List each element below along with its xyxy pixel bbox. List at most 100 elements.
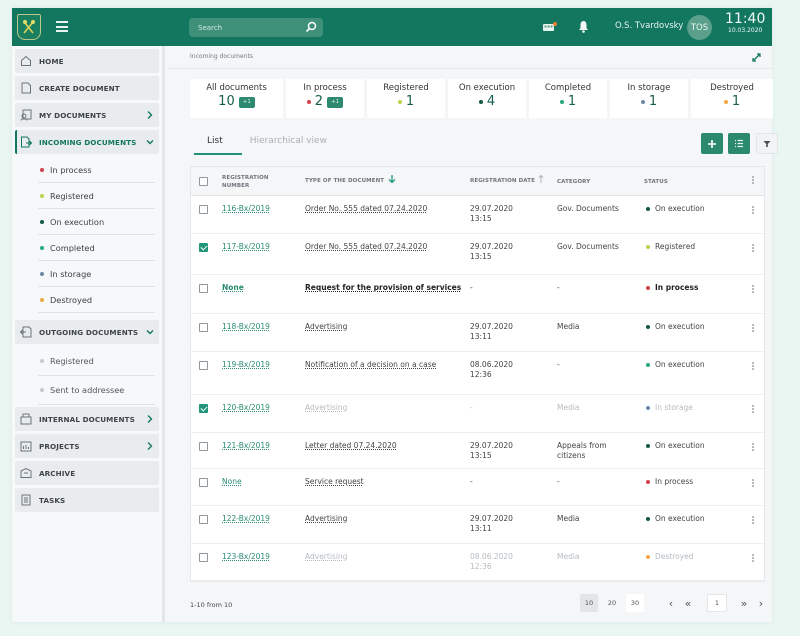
row-checkbox[interactable] [199,553,208,562]
sidebar-item-outgoing-documents[interactable]: OUTGOING DOCUMENTS [15,320,159,344]
registration-number-link[interactable]: 123-Bx/2019 [222,552,270,561]
sidebar-subitem-in-storage[interactable]: In storage [38,261,155,287]
table-row[interactable]: 122-Bx/2019 Advertising 29.07.2020 13:11 Med… [191,506,764,544]
row-checkbox[interactable] [199,478,208,487]
row-checkbox[interactable] [199,404,208,413]
sidebar-subitem-registered[interactable]: Registered [38,183,155,209]
table-row[interactable]: 118-Bx/2019 Advertising 29.07.2020 13:11 Med… [191,314,764,352]
table-row[interactable]: 116-Bx/2019 Order No. 555 dated 07.24.202… [191,196,764,234]
column-header-category[interactable]: CATEGORY [557,179,590,185]
registration-number-link[interactable]: 118-Bx/2019 [222,322,270,331]
table-row[interactable]: 123-Bx/2019 Advertising 08.06.2020 12:36 Med… [191,544,764,581]
document-type-link[interactable]: Advertising [305,403,347,412]
table-row[interactable]: 121-Bx/2019 Letter dated 07.24.2020 29.07.… [191,433,764,469]
column-header-registration-number[interactable]: REGISTRATION NUMBER [222,174,282,190]
sidebar-subitem-completed[interactable]: Completed [38,235,155,261]
page-size-option-20[interactable]: 20 [603,594,621,612]
filter-button[interactable] [756,133,778,154]
document-type-link[interactable]: Order No. 555 dated 07.24.2020 [305,242,427,251]
sidebar-item-internal-documents[interactable]: INTERNAL DOCUMENTS [15,407,159,431]
sort-descending-icon[interactable] [388,174,396,184]
table-row[interactable]: 117-Bx/2019 Order No. 555 dated 07.24.202… [191,234,764,275]
search-icon[interactable] [305,21,317,33]
registration-number-link[interactable]: 119-Bx/2019 [222,360,270,369]
registration-number-link[interactable]: 122-Bx/2019 [222,514,270,523]
stat-card-completed[interactable]: Completed 1 [529,79,607,118]
add-document-button[interactable] [701,133,723,154]
sidebar-item-projects[interactable]: PROJECTS [15,434,159,458]
document-type-link[interactable]: Order No. 555 dated 07.24.2020 [305,204,427,213]
registration-number-link[interactable]: None [222,283,244,292]
stat-card-in-process[interactable]: In process 2 +1 [286,79,364,118]
messages-bus-icon[interactable] [543,22,557,33]
table-row[interactable]: 120-Bx/2019 Advertising - Media In storage [191,395,764,433]
chevron-down-icon[interactable] [146,327,154,337]
last-page-icon[interactable]: » [737,597,751,610]
chevron-right-icon[interactable] [146,441,154,451]
document-type-link[interactable]: Service request [305,477,364,486]
expand-icon[interactable] [751,52,762,63]
search-input[interactable] [189,23,299,32]
sidebar-subitem-destroyed[interactable]: Destroyed [38,287,155,313]
breadcrumb[interactable]: Incoming documents [190,53,253,60]
user-name[interactable]: O.S. Tvardovsky [615,21,683,31]
row-actions-kebab-icon[interactable] [752,405,754,414]
row-checkbox[interactable] [199,205,208,214]
tab-hierarchical-view[interactable]: Hierarchical view [240,136,337,154]
list-view-button[interactable] [728,133,750,154]
row-checkbox[interactable] [199,323,208,332]
row-actions-kebab-icon[interactable] [752,285,754,294]
document-type-link[interactable]: Advertising [305,514,347,523]
menu-hamburger-icon[interactable] [56,21,68,32]
chevron-right-icon[interactable] [146,110,154,120]
stat-card-on-execution[interactable]: On execution 4 [448,79,526,118]
row-actions-kebab-icon[interactable] [752,479,754,488]
sidebar-item-archive[interactable]: ARCHIVE [15,461,159,485]
row-actions-kebab-icon[interactable] [752,324,754,333]
page-number-input[interactable] [707,594,727,612]
chevron-down-icon[interactable] [146,137,154,147]
stat-card-destroyed[interactable]: Destroyed 1 [691,79,773,118]
registration-number-link[interactable]: 116-Bx/2019 [222,204,270,213]
logo-emblem-icon[interactable] [17,14,41,40]
document-type-link[interactable]: Letter dated 07.24.2020 [305,441,397,450]
row-actions-kebab-icon[interactable] [752,554,754,563]
row-checkbox[interactable] [199,442,208,451]
sidebar-item-home[interactable]: HOME [15,49,159,73]
sidebar-subitem-on-execution[interactable]: On execution [38,209,155,235]
row-actions-kebab-icon[interactable] [752,244,754,253]
prev-page-icon[interactable]: ‹ [664,597,678,610]
column-header-status[interactable]: STATUS [644,179,668,185]
stat-card-in-storage[interactable]: In storage 1 [610,79,688,118]
sort-ascending-icon[interactable] [538,174,544,184]
table-row[interactable]: None Request for the provision of service… [191,275,764,314]
sidebar-item-incoming-documents[interactable]: INCOMING DOCUMENTS [15,130,159,154]
document-type-link[interactable]: Notification of a decision on a case [305,360,436,369]
sidebar-subitem-sent-to-addressee[interactable]: Sent to addressee [38,376,155,405]
registration-number-link[interactable]: 117-Bx/2019 [222,242,270,251]
user-avatar[interactable]: TOS [687,15,712,40]
sidebar-item-tasks[interactable]: TASKS [15,488,159,512]
column-settings-kebab-icon[interactable] [752,176,754,185]
document-type-link[interactable]: Request for the provision of services [305,283,461,292]
sidebar-item-create-document[interactable]: CREATE DOCUMENT [15,76,159,100]
row-actions-kebab-icon[interactable] [752,206,754,215]
row-actions-kebab-icon[interactable] [752,516,754,525]
chevron-right-icon[interactable] [146,414,154,424]
first-page-icon[interactable]: « [681,597,695,610]
row-checkbox[interactable] [199,515,208,524]
sidebar-item-my-documents[interactable]: MY DOCUMENTS [15,103,159,127]
row-checkbox[interactable] [199,361,208,370]
column-header-registration-date[interactable]: REGISTRATION DATE [470,174,544,184]
stat-card-registered[interactable]: Registered 1 [367,79,445,118]
row-actions-kebab-icon[interactable] [752,362,754,371]
column-header-type[interactable]: TYPE OF THE DOCUMENT [305,175,396,184]
row-checkbox[interactable] [199,284,208,293]
sidebar-subitem-in-process[interactable]: In process [38,157,155,183]
select-all-checkbox[interactable] [199,177,208,186]
sidebar-subitem-registered[interactable]: Registered [38,347,155,376]
page-size-option-10[interactable]: 10 [580,594,598,612]
registration-number-link[interactable]: None [222,477,242,486]
registration-number-link[interactable]: 121-Bx/2019 [222,441,270,450]
table-row[interactable]: 119-Bx/2019 Notification of a decision on… [191,352,764,395]
